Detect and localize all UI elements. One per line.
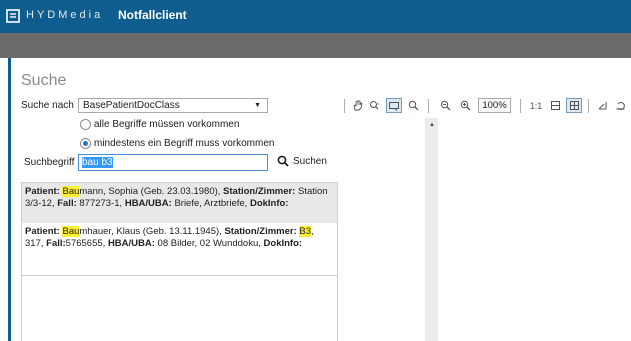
list-item[interactable]: Patient: Baumhauer, Klaus (Geb. 13.11.19… [22, 223, 337, 263]
rotate-left-icon[interactable] [595, 98, 609, 113]
patient-label: Patient: [25, 226, 60, 237]
patient-name: mhauer, Klaus (Geb. 13.11.1945), [79, 226, 222, 237]
radio-all-terms-label[interactable]: alle Begriffe müssen vorkommen [94, 119, 239, 130]
select-rect-icon[interactable] [386, 98, 402, 113]
frame-border [8, 58, 11, 341]
scroll-up-icon[interactable]: ▲ [429, 122, 435, 128]
viewer-toolbar: ± 100% 1:1 [342, 96, 631, 116]
search-icon [277, 155, 289, 167]
hba-value: Briefe, Arztbriefe, [174, 198, 248, 209]
search-term-text: bau b3 [82, 157, 113, 168]
radio-any-term-label[interactable]: mindestens ein Begriff muss vorkommen [94, 138, 274, 149]
match-highlight: Bau [62, 186, 80, 197]
station-label: Station/Zimmer: [224, 226, 297, 237]
search-button-label: Suchen [293, 156, 327, 167]
search-in-label: Suche nach [21, 100, 74, 111]
hba-label: HBA/UBA: [124, 198, 172, 209]
magnifier-icon[interactable] [406, 98, 420, 113]
match-highlight: B3 [299, 226, 312, 237]
doc-class-select[interactable]: BasePatientDocClass ▼ [78, 98, 268, 113]
doc-class-value: BasePatientDocClass [83, 100, 180, 111]
zoom-level-input[interactable]: 100% [478, 98, 511, 113]
search-term-input[interactable]: bau b3 [78, 154, 268, 171]
fall-value: 877273-1, [79, 198, 123, 209]
dokinfo-label: DokInfo: [263, 238, 303, 249]
term-label: Suchbegriff [24, 157, 75, 168]
chevron-down-icon: ▼ [254, 102, 261, 109]
viewer-scrollbar[interactable] [425, 118, 438, 341]
toolbar-grip [344, 99, 345, 113]
sub-bar [0, 33, 631, 58]
radio-any-term[interactable] [80, 138, 91, 149]
zoom-out-icon[interactable] [438, 98, 452, 113]
hand-icon[interactable] [350, 98, 364, 113]
app-title: Notfallclient [118, 8, 187, 22]
patient-label: Patient: [25, 186, 60, 197]
hba-value: 08 Bilder, 02 Wunddoku, [157, 238, 261, 249]
match-highlight: Bau [62, 226, 80, 237]
radio-all-terms[interactable] [80, 119, 91, 130]
dokinfo-label: DokInfo: [249, 198, 289, 209]
results-list: Patient: Baumann, Sophia (Geb. 23.03.198… [21, 182, 338, 341]
toolbar-separator [588, 99, 589, 113]
zoom-in-icon[interactable] [458, 98, 472, 113]
results-divider [22, 275, 337, 276]
station-label: Station/Zimmer: [223, 186, 296, 197]
actual-size-button[interactable]: 1:1 [528, 98, 544, 113]
hba-label: HBA/UBA: [107, 238, 155, 249]
rotate-right-icon[interactable] [613, 98, 627, 113]
list-item[interactable]: Patient: Baumann, Sophia (Geb. 23.03.198… [22, 183, 337, 223]
fall-label: Fall: [57, 198, 77, 209]
search-button[interactable]: Suchen [277, 155, 327, 171]
brand-name: HYDMedia [26, 9, 104, 21]
toolbar-separator [520, 99, 521, 113]
document-logo-icon [6, 9, 20, 23]
patient-name: mann, Sophia (Geb. 23.03.1980), [79, 186, 221, 197]
top-bar: HYDMedia Notfallclient [0, 0, 631, 33]
fall-label: Fall: [46, 238, 66, 249]
fall-value: 5765655, [65, 238, 106, 249]
zoom-area-icon[interactable]: ± [368, 98, 382, 113]
toolbar-separator [428, 99, 429, 113]
page-title: Suche [21, 72, 67, 89]
fit-page-icon[interactable] [566, 98, 582, 113]
fit-width-icon[interactable] [548, 98, 562, 113]
svg-text:±: ± [377, 101, 380, 106]
